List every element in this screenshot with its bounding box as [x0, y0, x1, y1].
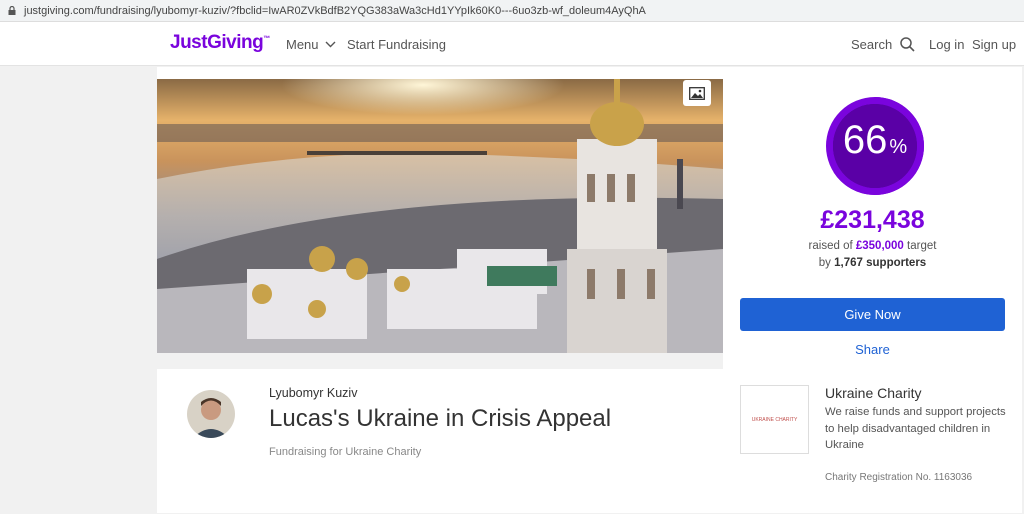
search-icon	[900, 37, 915, 52]
share-button[interactable]: Share	[723, 342, 1022, 357]
top-navigation: JustGiving™ Menu Start Fundraising Searc…	[0, 22, 1024, 66]
photo-gallery-button[interactable]	[683, 80, 711, 106]
hero-container	[157, 67, 723, 353]
charity-registration: Charity Registration No. 1163036	[825, 472, 973, 483]
fundraising-for-text: Fundraising for Ukraine Charity	[269, 446, 422, 458]
browser-address-bar[interactable]: justgiving.com/fundraising/lyubomyr-kuzi…	[0, 0, 1024, 22]
give-now-button[interactable]: Give Now	[740, 298, 1005, 331]
cover-photo	[157, 79, 723, 353]
page-info-card	[157, 369, 723, 513]
login-link[interactable]: Log in	[929, 37, 964, 52]
fundraiser-owner-name[interactable]: Lyubomyr Kuziv	[269, 386, 357, 400]
progress-percent: 66%	[842, 118, 908, 162]
menu-label: Menu	[286, 37, 319, 52]
charity-description: We raise funds and support projects to h…	[825, 406, 1006, 451]
avatar[interactable]	[187, 390, 235, 438]
charity-logo[interactable]: UKRAINE CHARITY	[740, 385, 809, 454]
chevron-down-icon	[325, 41, 336, 48]
signup-link[interactable]: Sign up	[972, 37, 1016, 52]
start-fundraising-link[interactable]: Start Fundraising	[347, 37, 446, 52]
menu-button[interactable]: Menu	[286, 37, 336, 52]
charity-name[interactable]: Ukraine Charity	[825, 385, 921, 401]
url-text: justgiving.com/fundraising/lyubomyr-kuzi…	[24, 4, 646, 17]
justgiving-logo[interactable]: JustGiving™	[170, 32, 270, 54]
image-icon	[689, 86, 705, 100]
lock-icon	[8, 6, 16, 15]
amount-raised: £231,438	[820, 206, 925, 234]
search-label: Search	[851, 37, 893, 52]
search-button[interactable]: Search	[851, 37, 915, 52]
target-text: raised of £350,000 target	[808, 240, 937, 252]
page-title: Lucas's Ukraine in Crisis Appeal	[269, 405, 612, 432]
supporters-text: by 1,767 supporters	[818, 257, 927, 269]
